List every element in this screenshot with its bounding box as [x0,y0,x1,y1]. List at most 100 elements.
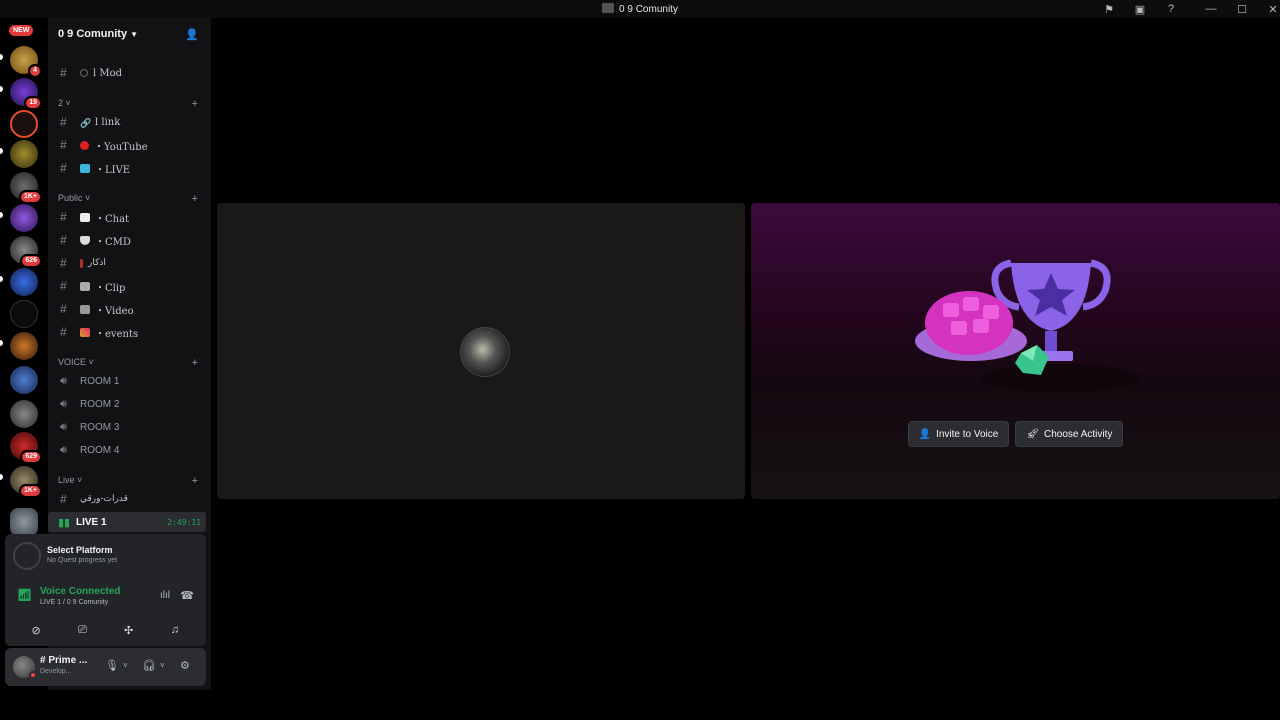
pin-icon [80,258,83,268]
microphone-icon[interactable]: 🎙︎ [105,659,119,672]
status-dnd-indicator [29,671,37,679]
participant-tile[interactable] [217,203,745,499]
channel-youtube[interactable]: # ・YouTube [58,136,203,154]
channel-mod[interactable]: # l Mod [58,64,203,82]
soundboard-button[interactable]: ♫ [157,620,193,640]
username[interactable]: # Prime ... [40,655,87,666]
unread-pip [0,148,3,154]
channel-video[interactable]: # ・Video [58,300,203,318]
server-icon-1[interactable]: 4 [10,46,42,78]
channel-azkar[interactable]: # اذكار [58,254,203,272]
chevron-down-icon[interactable]: ˅ [160,661,165,670]
unread-pip [0,212,3,218]
channel-cmd[interactable]: # ・CMD [58,231,203,249]
maximize-button[interactable]: ☐ [1235,3,1249,16]
camera-off-button[interactable]: ⊘ [18,620,54,640]
hash-icon: # [60,233,67,247]
voice-room-4[interactable]: 🔊︎ ROOM 4 [58,441,203,459]
server-icon-7[interactable]: 626 [10,236,42,268]
live-icon [80,163,90,173]
unread-pip [0,54,3,60]
server-icon-13[interactable]: 629 [10,432,42,464]
elapsed-time: 2:49:11 [167,517,201,527]
speaker-icon: 🔊︎ [60,397,67,410]
speaker-icon: 🔊︎ [60,374,67,387]
shield-icon [80,235,90,245]
server-name-header[interactable]: 0 9 Comunity ▼ [58,28,138,40]
user-panel: # Prime ... Develop... 🎙︎ ˅ 🎧︎ ˅ ⚙ [5,648,206,686]
activity-tile: 👤 Invite to Voice 🚀︎ Choose Activity [751,203,1280,499]
party-icon [80,327,90,337]
quest-panel[interactable]: Select Platform No Quest progress yet [5,534,206,578]
channel-events[interactable]: # ・events [58,323,203,341]
link-icon: 🔗 [80,117,92,128]
server-icon-12[interactable] [10,400,38,428]
add-member-icon[interactable]: 👤 [185,28,199,41]
server-icon-9[interactable] [10,300,38,328]
server-icon-14[interactable]: 1K+ [10,466,42,498]
new-badge[interactable]: NEW [9,25,34,36]
screen-share-button[interactable]: ⎚ [64,620,100,640]
voice-room-3[interactable]: 🔊︎ ROOM 3 [58,418,203,436]
inbox-icon[interactable]: ▣ [1133,3,1147,16]
speaker-icon: 🔊︎ [60,443,67,456]
server-icon-3[interactable] [10,110,38,138]
activities-button[interactable]: ✣ [111,620,147,640]
add-channel-icon[interactable]: + [192,357,198,369]
server-icon-6[interactable] [10,204,38,232]
participant-avatar [460,327,510,377]
server-icon-8[interactable] [10,268,38,296]
server-icon-10[interactable] [10,332,38,360]
speaker-icon: 🔊︎ [60,420,67,433]
hash-icon: # [60,302,67,316]
channel-link[interactable]: # 🔗 l link [58,113,203,131]
channel-live[interactable]: # ・LIVE [58,159,203,177]
category-voice[interactable]: VOICE ˅ + [58,357,198,369]
voice-connected-label[interactable]: Voice Connected [40,586,120,597]
add-channel-icon[interactable]: + [192,475,198,487]
voice-status-panel: 📶︎ Voice Connected LIVE 1 / 0 9 Comunity… [5,578,206,614]
add-channel-icon[interactable]: + [192,98,198,110]
hash-icon: # [60,138,67,152]
add-channel-icon[interactable]: + [192,193,198,205]
hash-icon: # [60,279,67,293]
quest-progress-ring [13,542,41,570]
server-icon-11[interactable] [10,366,38,394]
voice-room-2[interactable]: 🔊︎ ROOM 2 [58,395,203,413]
voice-stage: 👤 Invite to Voice 🚀︎ Choose Activity [211,18,1280,690]
server-icon-4[interactable] [10,140,38,168]
title-bar: 0 9 Comunity ⚑ ▣ ? — ☐ ✕ [0,0,1280,18]
settings-gear-icon[interactable]: ⚙ [180,659,190,672]
active-voice-channel[interactable]: ▮▮ LIVE 1 2:49:11 [48,512,206,532]
invite-to-voice-button[interactable]: 👤 Invite to Voice [907,421,1010,447]
minimize-button[interactable]: — [1204,3,1218,15]
server-icon-2[interactable]: 19 [10,78,42,110]
hash-icon: # [60,210,67,224]
hash-icon: # [60,115,67,129]
choose-activity-button[interactable]: 🚀︎ Choose Activity [1015,421,1124,447]
user-status: Develop... [40,668,72,675]
server-icon [602,3,615,13]
noise-suppression-icon[interactable]: ılıl [160,590,170,601]
clapper-icon [80,281,90,291]
server-icon-5[interactable]: 1K+ [10,172,42,204]
close-button[interactable]: ✕ [1266,3,1280,16]
server-icon-15[interactable] [10,508,38,536]
flag-icon[interactable]: ⚑ [1102,3,1116,16]
headphones-icon[interactable]: 🎧︎ [142,659,156,672]
channel-clip[interactable]: # ・Clip [58,277,203,295]
disconnect-icon[interactable]: ☎ [180,589,194,602]
unread-pip [0,86,3,92]
category-live[interactable]: Live ˅ + [58,475,198,487]
category-2[interactable]: 2 ˅ + [58,98,198,110]
chevron-down-icon[interactable]: ˅ [123,661,128,670]
channel-qudurat[interactable]: # قدرات-ورقي [58,490,203,508]
shield-icon [80,69,88,77]
voice-channel-path[interactable]: LIVE 1 / 0 9 Comunity [40,599,108,606]
channel-chat[interactable]: # ・Chat [58,208,203,226]
category-public[interactable]: Public ˅ + [58,193,198,205]
signal-icon[interactable]: 📶︎ [17,588,32,602]
hash-icon: # [60,256,67,270]
voice-room-1[interactable]: 🔊︎ ROOM 1 [58,372,203,390]
help-icon[interactable]: ? [1164,3,1178,15]
